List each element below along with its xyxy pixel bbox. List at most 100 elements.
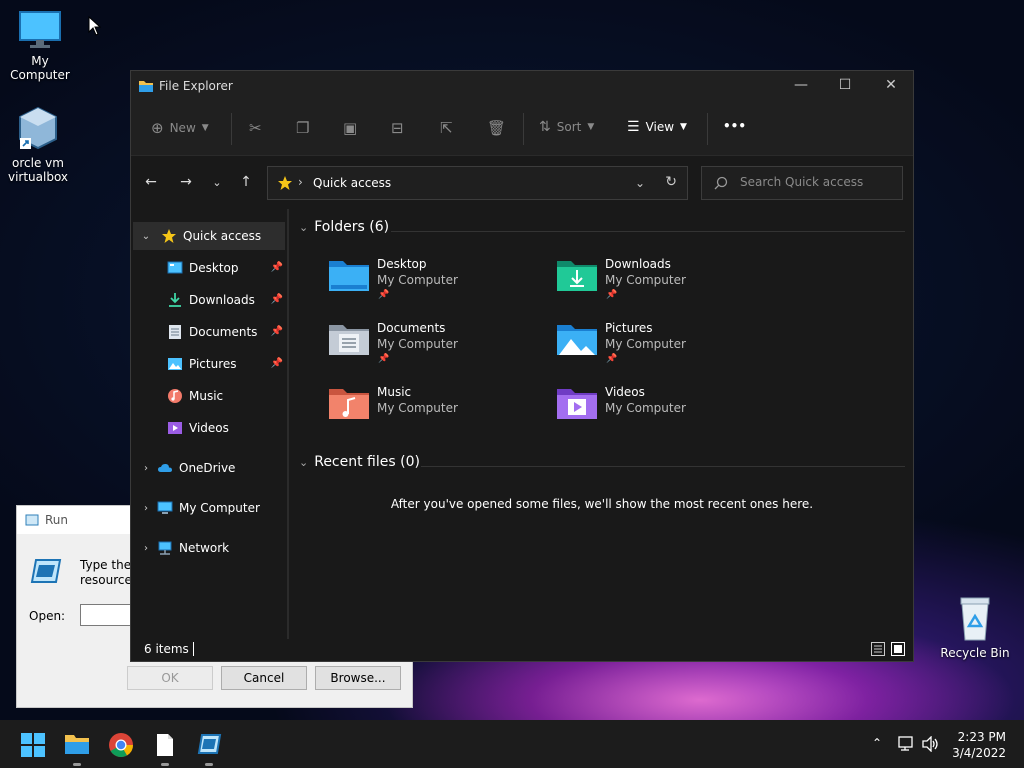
sidebar-item-network[interactable]: › Network [139, 534, 285, 562]
download-icon [169, 293, 181, 307]
clock-date: 3/4/2022 [952, 746, 1006, 760]
folder-tile-videos[interactable]: Videos My Computer [555, 383, 775, 439]
chevron-down-icon: ⌄ [299, 220, 309, 234]
pictures-folder-icon [557, 325, 597, 355]
folders-section-header[interactable]: ⌄ Folders (6) [299, 219, 389, 235]
ok-button[interactable]: OK [127, 666, 213, 690]
view-list-icon: ☰ [627, 119, 640, 135]
folder-name: Videos [605, 385, 645, 399]
desktop-icon-my-computer[interactable]: My Computer [0, 10, 80, 82]
sidebar-item-quick-access[interactable]: ⌄ Quick access [133, 222, 285, 250]
sidebar-item-my-computer[interactable]: › My Computer [139, 494, 285, 522]
start-button[interactable] [20, 732, 46, 758]
up-button[interactable]: ↑ [236, 174, 256, 190]
folder-location: My Computer [605, 273, 686, 287]
recent-files-section-header[interactable]: ⌄ Recent files (0) [299, 454, 420, 470]
scissors-icon: ✂ [249, 119, 262, 137]
search-input[interactable] [740, 175, 890, 189]
folder-name: Downloads [605, 257, 671, 271]
sidebar-item-desktop[interactable]: Desktop 📌 [167, 254, 287, 282]
browse-button[interactable]: Browse... [315, 666, 401, 690]
taskbar-notepad[interactable] [152, 732, 178, 766]
desktop-icon-virtualbox[interactable]: orcle vm virtualbox [0, 106, 78, 184]
chevron-right-icon[interactable]: › [139, 543, 153, 554]
sidebar-item-label: Desktop [189, 261, 239, 275]
file-explorer-window[interactable]: File Explorer — ☐ ✕ ⊕ New ▼ ✂ ❐ ▣ ⊟ ⇱ 🗑 … [130, 70, 914, 662]
address-bar[interactable]: › Quick access ⌄ ↻ [267, 166, 688, 200]
taskbar-file-explorer[interactable] [64, 732, 90, 766]
view-button[interactable]: ☰ View ▼ [627, 119, 687, 135]
explorer-titlebar[interactable]: File Explorer — ☐ ✕ [131, 71, 913, 101]
chevron-down-icon[interactable]: ⌄ [635, 176, 645, 190]
running-indicator [205, 763, 213, 766]
forward-button[interactable]: → [176, 174, 196, 190]
show-hidden-icons-button[interactable]: ⌃ [872, 736, 882, 750]
taskbar-chrome[interactable] [108, 732, 134, 758]
share-button[interactable]: ⇱ [440, 119, 453, 137]
sidebar-item-documents[interactable]: Documents 📌 [167, 318, 287, 346]
new-button[interactable]: ⊕ New ▼ [151, 119, 209, 137]
downloads-folder-icon [557, 261, 597, 291]
volume-icon[interactable] [922, 736, 940, 752]
large-icons-view-icon[interactable] [891, 642, 905, 656]
minimize-button[interactable]: — [791, 77, 811, 95]
back-button[interactable]: ← [141, 174, 161, 190]
folder-tile-documents[interactable]: Documents My Computer 📌 [327, 319, 547, 375]
run-icon [197, 734, 222, 754]
more-options-button[interactable]: ••• [723, 119, 746, 133]
system-clock[interactable]: 2:23 PM 3/4/2022 [952, 729, 1006, 761]
cloud-icon [158, 463, 172, 472]
taskbar: ⌃ 2:23 PM 3/4/2022 [0, 720, 1024, 768]
recent-locations-button[interactable]: ⌄ [207, 176, 227, 189]
folder-icon [139, 81, 153, 92]
star-icon [278, 176, 292, 190]
sort-button[interactable]: ⇅ Sort ▼ [539, 119, 594, 135]
close-button[interactable]: ✕ [881, 77, 901, 95]
music-folder-icon [329, 389, 369, 419]
chevron-right-icon[interactable]: › [139, 463, 153, 474]
sidebar-item-label: Pictures [189, 357, 237, 371]
sidebar-item-onedrive[interactable]: › OneDrive [139, 454, 285, 482]
chevron-right-icon[interactable]: › [139, 503, 153, 514]
cut-button[interactable]: ✂ [249, 119, 262, 137]
pin-icon: 📌 [270, 358, 283, 369]
sidebar-item-videos[interactable]: Videos [167, 414, 287, 442]
video-icon [168, 422, 182, 434]
folder-tile-music[interactable]: Music My Computer [327, 383, 547, 439]
status-divider [193, 642, 194, 656]
taskbar-run[interactable] [196, 732, 222, 766]
delete-button[interactable]: 🗑 [487, 119, 506, 137]
details-view-icon[interactable] [871, 642, 885, 656]
rename-button[interactable]: ⊟ [391, 119, 404, 137]
sidebar-item-label: Videos [189, 421, 229, 435]
maximize-button[interactable]: ☐ [835, 77, 855, 95]
sort-icon: ⇅ [539, 119, 551, 135]
chevron-down-icon[interactable]: ⌄ [139, 231, 153, 242]
star-icon [162, 229, 176, 243]
folder-icon [65, 735, 89, 754]
sidebar-item-music[interactable]: Music [167, 382, 287, 410]
folders-section-title: Folders (6) [314, 219, 390, 235]
document-icon [169, 325, 181, 339]
folder-tile-desktop[interactable]: Desktop My Computer 📌 [327, 255, 547, 311]
sidebar-item-pictures[interactable]: Pictures 📌 [167, 350, 287, 378]
search-box[interactable] [701, 166, 903, 200]
network-status-icon[interactable] [898, 736, 916, 752]
desktop-folder-icon [329, 261, 369, 291]
paste-button[interactable]: ▣ [343, 119, 357, 137]
folder-location: My Computer [377, 273, 458, 287]
folder-tile-downloads[interactable]: Downloads My Computer 📌 [555, 255, 775, 311]
new-button-label: New [169, 121, 196, 135]
open-label: Open: [29, 609, 66, 623]
folder-tile-pictures[interactable]: Pictures My Computer 📌 [555, 319, 775, 375]
copy-button[interactable]: ❐ [296, 119, 309, 137]
sidebar-item-downloads[interactable]: Downloads 📌 [167, 286, 287, 314]
windows-logo-icon [21, 733, 45, 757]
cancel-button[interactable]: Cancel [221, 666, 307, 690]
address-path[interactable]: Quick access [313, 176, 391, 190]
sidebar-item-label: Downloads [189, 293, 255, 307]
refresh-icon[interactable]: ↻ [665, 174, 677, 190]
music-icon [168, 389, 182, 403]
desktop-icon-recycle-bin[interactable]: Recycle Bin [935, 596, 1015, 660]
explorer-navbar: ← → ⌄ ↑ › Quick access ⌄ ↻ [131, 156, 913, 208]
